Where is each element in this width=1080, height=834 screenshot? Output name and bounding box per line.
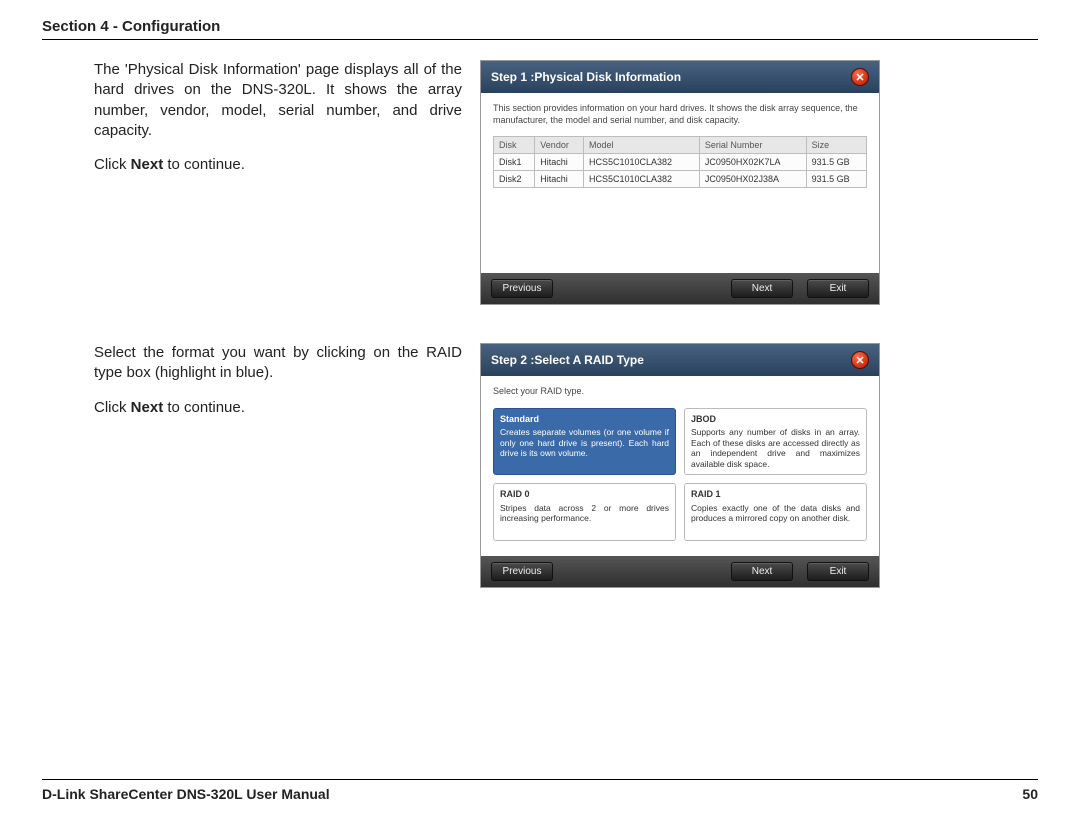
raid-option-raid0[interactable]: RAID 0 Stripes data across 2 or more dri… [493,483,676,541]
step2-instruction: Click Next to continue. [94,398,462,418]
step1-panel-footer: Previous Next Exit [481,273,879,304]
table-header-row: Disk Vendor Model Serial Number Size [494,137,867,154]
exit-button[interactable]: Exit [807,279,869,298]
exit-button[interactable]: Exit [807,562,869,581]
step1-desc: The 'Physical Disk Information' page dis… [94,60,462,141]
step1-block: The 'Physical Disk Information' page dis… [42,60,1038,305]
raid-option-jbod[interactable]: JBOD Supports any number of disks in an … [684,408,867,476]
step2-panel: Step 2 :Select A RAID Type ✕ Select your… [480,343,880,588]
previous-button[interactable]: Previous [491,562,553,581]
close-icon[interactable]: ✕ [851,351,869,369]
step1-instruction: Click Next to continue. [94,155,462,175]
disk-table: Disk Vendor Model Serial Number Size Dis… [493,136,867,188]
close-icon[interactable]: ✕ [851,68,869,86]
raid-option-raid1[interactable]: RAID 1 Copies exactly one of the data di… [684,483,867,541]
footer-title: D-Link ShareCenter DNS-320L User Manual [42,786,330,802]
step2-panel-desc: Select your RAID type. [493,386,867,398]
step2-text: Select the format you want by clicking o… [42,343,462,588]
page-header: Section 4 - Configuration [42,18,1038,40]
step2-panel-footer: Previous Next Exit [481,556,879,587]
page-number: 50 [1022,786,1038,802]
next-button[interactable]: Next [731,562,793,581]
step2-desc: Select the format you want by clicking o… [94,343,462,384]
step1-panel-desc: This section provides information on you… [493,103,867,126]
next-button[interactable]: Next [731,279,793,298]
step1-panel: Step 1 :Physical Disk Information ✕ This… [480,60,880,305]
section-title: Section 4 - Configuration [42,18,220,35]
raid-option-standard[interactable]: Standard Creates separate volumes (or on… [493,408,676,476]
step1-panel-title: Step 1 :Physical Disk Information ✕ [481,61,879,93]
previous-button[interactable]: Previous [491,279,553,298]
table-row: Disk2 Hitachi HCS5C1010CLA382 JC0950HX02… [494,171,867,188]
step2-panel-title: Step 2 :Select A RAID Type ✕ [481,344,879,376]
page-footer: D-Link ShareCenter DNS-320L User Manual … [42,779,1038,802]
step1-text: The 'Physical Disk Information' page dis… [42,60,462,305]
table-row: Disk1 Hitachi HCS5C1010CLA382 JC0950HX02… [494,154,867,171]
raid-options-grid: Standard Creates separate volumes (or on… [493,408,867,542]
step2-block: Select the format you want by clicking o… [42,343,1038,588]
